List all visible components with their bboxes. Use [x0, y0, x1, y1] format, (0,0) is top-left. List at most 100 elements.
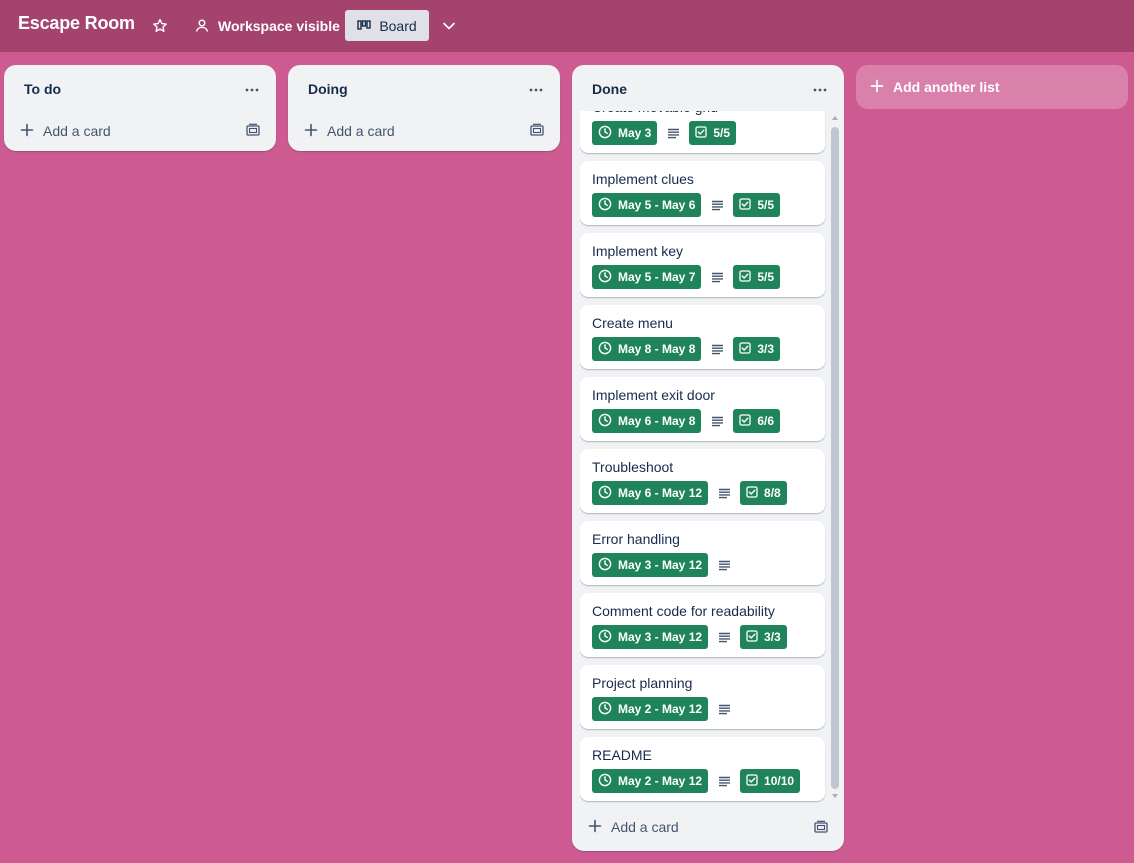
- card-title: Project planning: [592, 675, 693, 691]
- card-title: Implement exit door: [592, 387, 715, 403]
- checklist-badge: 5/5: [733, 265, 781, 289]
- due-date-text: May 2 - May 12: [618, 774, 703, 788]
- checkbox-icon: [746, 629, 758, 645]
- card-title: Comment code for readability: [592, 603, 775, 619]
- due-date-badge[interactable]: May 6 - May 8: [592, 409, 702, 433]
- checklist-badge: 8/8: [740, 481, 787, 505]
- description-icon: [716, 629, 732, 645]
- scrollbar[interactable]: [830, 111, 840, 803]
- scrollbar-thumb[interactable]: [831, 127, 839, 789]
- card-title: README: [592, 747, 652, 763]
- due-date-badge[interactable]: May 3 - May 12: [592, 553, 709, 577]
- visibility-label: Workspace visible: [218, 17, 340, 34]
- card-badges: May 8 - May 8 3/3: [592, 337, 781, 361]
- list-doing: Doing Add a card: [288, 65, 560, 151]
- card[interactable]: Project planning May 2 - May 12: [580, 665, 825, 729]
- list-done: Done Create movable gridMay 35/5Implemen…: [572, 65, 844, 851]
- star-button[interactable]: [148, 10, 172, 41]
- due-date-text: May 8 - May 8: [618, 342, 696, 356]
- board-title[interactable]: Escape Room: [18, 13, 135, 34]
- checklist-badge: 10/10: [740, 769, 801, 793]
- list-menu-button[interactable]: [522, 77, 550, 99]
- due-date-badge[interactable]: May 8 - May 8: [592, 337, 702, 361]
- list-header: Done: [572, 65, 844, 111]
- due-date-badge[interactable]: May 5 - May 6: [592, 193, 702, 217]
- card[interactable]: Error handling May 3 - May 12: [580, 521, 825, 585]
- clock-icon: [598, 125, 612, 142]
- checkbox-icon: [739, 269, 752, 285]
- due-date-badge[interactable]: May 2 - May 12: [592, 697, 709, 721]
- people-icon: [194, 18, 210, 34]
- list-title[interactable]: Doing: [308, 81, 348, 97]
- checklist-count: 10/10: [764, 774, 795, 788]
- card[interactable]: Implement exit door May 6 - May 8 6/6: [580, 377, 825, 441]
- list-title[interactable]: To do: [24, 81, 61, 97]
- scroll-up-arrow-icon[interactable]: [831, 113, 839, 123]
- card[interactable]: Implement clues May 5 - May 6 5/5: [580, 161, 825, 225]
- checklist-count: 8/8: [764, 486, 781, 500]
- add-card-button[interactable]: Add a card: [304, 119, 395, 143]
- card-list-inner: Create movable gridMay 35/5Implement clu…: [580, 111, 826, 803]
- checkbox-icon: [695, 125, 708, 141]
- checkbox-icon: [746, 773, 758, 789]
- view-switcher-button[interactable]: [436, 10, 462, 41]
- list-footer: Add a card: [572, 803, 844, 851]
- checklist-count: 5/5: [713, 126, 731, 140]
- card[interactable]: Create movable grid May 3 5/5: [580, 111, 825, 153]
- card-template-icon[interactable]: [246, 123, 260, 137]
- list-header: Doing: [288, 65, 560, 111]
- card-badges: May 2 - May 12 10/10: [592, 769, 801, 793]
- checklist-count: 3/3: [764, 630, 781, 644]
- card-badges: May 3 - May 12: [592, 553, 732, 577]
- clock-icon: [598, 629, 612, 646]
- plus-icon: [304, 123, 318, 140]
- card-title: Create menu: [592, 315, 673, 331]
- description-icon: [709, 341, 725, 357]
- list-menu-button[interactable]: [238, 77, 266, 99]
- card[interactable]: Troubleshoot May 6 - May 12 8/8: [580, 449, 825, 513]
- due-date-badge[interactable]: May 2 - May 12: [592, 769, 709, 793]
- checklist-count: 5/5: [757, 198, 775, 212]
- description-icon: [716, 701, 732, 717]
- list-menu-button[interactable]: [806, 77, 834, 99]
- board-view-button[interactable]: Board: [345, 10, 429, 41]
- checkbox-icon: [739, 341, 752, 357]
- card-title: Implement clues: [592, 171, 694, 187]
- board-icon: [357, 19, 372, 32]
- card[interactable]: Create menu May 8 - May 8 3/3: [580, 305, 825, 369]
- due-date-badge[interactable]: May 3 - May 12: [592, 625, 709, 649]
- card-template-icon[interactable]: [530, 123, 544, 137]
- due-date-badge[interactable]: May 6 - May 12: [592, 481, 709, 505]
- card-template-icon[interactable]: [814, 820, 828, 834]
- checklist-badge: 3/3: [733, 337, 781, 361]
- description-icon: [716, 773, 732, 789]
- due-date-badge[interactable]: May 5 - May 7: [592, 265, 702, 289]
- card[interactable]: Implement key May 5 - May 7 5/5: [580, 233, 825, 297]
- checklist-count: 5/5: [757, 270, 775, 284]
- star-icon: [152, 18, 168, 34]
- due-date-badge[interactable]: May 3: [592, 121, 658, 145]
- checklist-badge: 6/6: [733, 409, 781, 433]
- description-icon: [709, 413, 725, 429]
- chevron-down-icon: [441, 18, 457, 34]
- add-card-label: Add a card: [327, 123, 395, 139]
- description-icon: [716, 485, 732, 501]
- list-title[interactable]: Done: [592, 81, 627, 97]
- scroll-down-arrow-icon[interactable]: [831, 791, 839, 801]
- add-card-button[interactable]: Add a card: [20, 119, 111, 143]
- card[interactable]: Comment code for readability May 3 - May …: [580, 593, 825, 657]
- add-another-list-button[interactable]: Add another list: [856, 65, 1128, 109]
- clock-icon: [598, 413, 612, 430]
- card[interactable]: README May 2 - May 12 10/10: [580, 737, 825, 801]
- list-todo: To do Add a card: [4, 65, 276, 151]
- card-badges: May 3 - May 12 3/3: [592, 625, 787, 649]
- due-date-text: May 6 - May 12: [618, 486, 703, 500]
- plus-icon: [588, 819, 602, 836]
- workspace-visibility-button[interactable]: Workspace visible: [188, 10, 346, 41]
- clock-icon: [598, 701, 612, 718]
- card-title: Troubleshoot: [592, 459, 674, 475]
- board-header: Escape Room Workspace visible Board: [0, 0, 1134, 52]
- checklist-count: 6/6: [757, 414, 775, 428]
- add-card-button[interactable]: Add a card: [588, 815, 679, 839]
- clock-icon: [598, 197, 612, 214]
